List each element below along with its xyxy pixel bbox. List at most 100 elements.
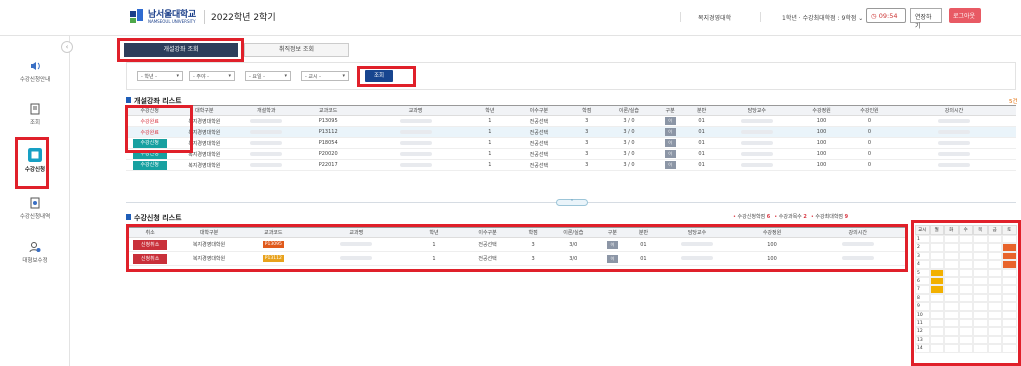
session-timer-value: 09:54 — [878, 12, 898, 20]
column-header: 담당교수 — [717, 105, 797, 116]
redacted-text — [250, 151, 283, 156]
header-divider — [680, 12, 681, 22]
sidebar-item-label: 수강신청안내 — [19, 77, 51, 83]
theory-cell: 3 / 0 — [603, 137, 655, 149]
time-cell — [891, 115, 1016, 127]
course-name-cell — [359, 126, 472, 138]
grade-credit-dropdown[interactable]: 1학년 · 수강최대학점 : 9학점 ⌄ — [782, 13, 863, 22]
university-logo-icon — [130, 9, 143, 23]
code-cell: P13112 — [297, 126, 360, 138]
redacted-text — [250, 129, 283, 134]
column-header: 개설학과 — [235, 105, 298, 116]
professor-cell — [717, 137, 797, 149]
time-cell — [891, 159, 1016, 171]
redacted-text — [937, 129, 970, 134]
capacity-cell: 100 — [796, 126, 847, 138]
code-cell: P22017 — [297, 159, 360, 171]
session-timer: ◷ 09:54 — [866, 8, 906, 23]
sidebar-item-label: 조회 — [29, 120, 41, 126]
course-name-cell — [359, 148, 472, 160]
redacted-text — [740, 151, 773, 156]
redacted-text — [740, 118, 773, 123]
redacted-text — [937, 151, 970, 156]
kind-cell: 이 — [654, 137, 686, 149]
department-cell — [235, 126, 298, 138]
column-header: 수강정원 — [796, 105, 847, 116]
credit-cell: 3 — [569, 148, 604, 160]
course-count: 5건 — [1009, 99, 1018, 105]
redacted-text — [399, 118, 432, 123]
legend-item: • 수강신청학점 6 — [733, 213, 770, 220]
daynight-select[interactable]: - 주야 - ▾ — [189, 71, 235, 81]
sidebar-item-lookup[interactable]: 조회 — [0, 103, 70, 126]
document-icon — [30, 103, 40, 115]
enrolled-cell: 0 — [846, 115, 892, 127]
search-button[interactable]: 조회 — [365, 70, 393, 82]
header-divider — [204, 10, 205, 24]
department-cell — [235, 159, 298, 171]
legend-label: 수강신청학점 — [737, 214, 766, 220]
highlight-box — [15, 137, 49, 189]
credit-cell: 3 — [569, 137, 604, 149]
sidebar-item-history[interactable]: 수강신청내역 — [0, 197, 70, 220]
professor-cell — [717, 115, 797, 127]
department-cell — [235, 115, 298, 127]
time-cell — [891, 137, 1016, 149]
professor-cell — [717, 126, 797, 138]
college-cell: 복지경영대학원 — [173, 159, 236, 171]
redacted-text — [740, 129, 773, 134]
chevron-down-icon: ▾ — [342, 73, 345, 79]
column-header: 분반 — [685, 105, 718, 116]
grade-select[interactable]: - 학년 - ▾ — [137, 71, 183, 81]
redacted-text — [399, 162, 432, 167]
course-name-cell — [359, 115, 472, 127]
credit-cell: 3 — [569, 159, 604, 171]
legend-item: • 수강최대학점 9 — [811, 213, 848, 220]
column-header: 교과코드 — [297, 105, 360, 116]
section-cell: 01 — [685, 137, 718, 149]
day-select[interactable]: - 요일 - ▾ — [245, 71, 291, 81]
legend-label: 수강최대학점 — [815, 214, 844, 220]
course-table: 수강신청 대학구분 개설학과 교과코드 교과명 학년 이수구분 학점 이론/실습 구분 분반 담당교수… — [126, 105, 1016, 171]
capacity-cell: 100 — [796, 159, 847, 171]
column-header: 이수구분 — [507, 105, 570, 116]
type-cell: 전공선택 — [507, 115, 570, 127]
redacted-text — [250, 118, 283, 123]
credit-legend: • 수강신청학점 6 • 수강과목수 2 • 수강최대학점 9 — [733, 213, 852, 220]
enrolled-cell: 0 — [846, 159, 892, 171]
time-cell — [891, 126, 1016, 138]
kind-badge: 이 — [664, 161, 676, 169]
extend-session-button[interactable]: 연장하기 — [910, 8, 942, 30]
professor-cell — [717, 148, 797, 160]
redacted-text — [250, 140, 283, 145]
chevron-down-icon: ▾ — [228, 73, 231, 79]
tab-open-courses[interactable]: 개설강좌 조회 — [124, 43, 238, 57]
redacted-text — [250, 162, 283, 167]
sidebar-item-guide[interactable]: 수강신청안내 — [0, 60, 70, 83]
redacted-text — [740, 162, 773, 167]
professor-cell — [717, 159, 797, 171]
sidebar-item-users[interactable]: 대형보수정 — [0, 241, 70, 264]
section-cell: 01 — [685, 159, 718, 171]
collapse-sidebar-button[interactable]: ‹ — [61, 41, 73, 53]
period-select[interactable]: - 교시 - ▾ — [301, 71, 349, 81]
theory-cell: 3 / 0 — [603, 159, 655, 171]
legend-label: 수강과목수 — [778, 214, 802, 220]
expand-toggle-button[interactable]: ⌃ — [556, 199, 588, 206]
tab-job-info[interactable]: 취직정보 조회 — [244, 43, 349, 57]
kind-cell: 이 — [654, 115, 686, 127]
credit-cell: 3 — [569, 126, 604, 138]
code-cell: P13095 — [297, 115, 360, 127]
logout-button[interactable]: 로그아웃 — [949, 8, 981, 23]
column-header: 학년 — [471, 105, 508, 116]
history-icon — [30, 197, 40, 209]
redacted-text — [937, 140, 970, 145]
column-header: 강의시간 — [891, 105, 1016, 116]
section-cell: 01 — [685, 126, 718, 138]
legend-value: 9 — [844, 214, 849, 220]
highlight-box — [126, 224, 908, 272]
grade-cell: 1 — [471, 159, 508, 171]
status-cell: 수강신청 — [126, 159, 174, 171]
apply-button[interactable]: 수강신청 — [132, 160, 167, 170]
course-name-cell — [359, 137, 472, 149]
